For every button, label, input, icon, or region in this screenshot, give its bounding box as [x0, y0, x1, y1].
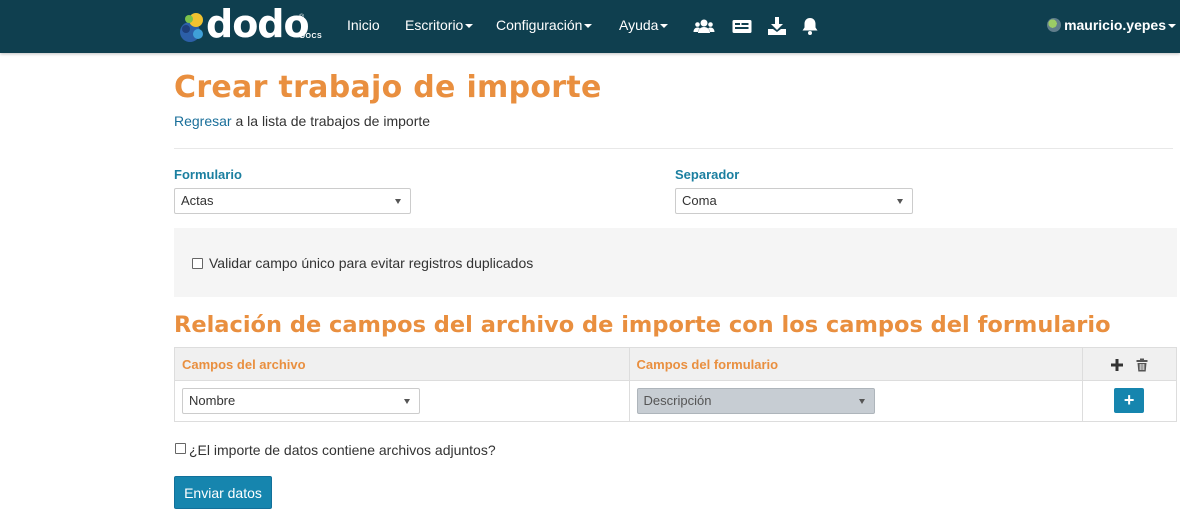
top-navbar: dodo ® DOCS Inicio Escritorio Configurac…: [0, 0, 1180, 53]
row-tools-cell: +: [1082, 380, 1177, 422]
field-mapping-table: Campos del archivo Campos del formulario…: [174, 347, 1177, 422]
separador-select-value: Coma: [682, 193, 717, 208]
users-icon[interactable]: [693, 15, 715, 37]
logo-text: dodo: [206, 2, 310, 46]
page-title: Crear trabajo de importe: [174, 70, 602, 105]
user-name: mauricio.yepes: [1064, 17, 1166, 33]
id-card-icon[interactable]: [731, 15, 753, 37]
formulario-select-value: Actas: [181, 193, 214, 208]
download-icon[interactable]: [766, 15, 788, 37]
file-field-cell: Nombre: [174, 380, 630, 422]
col-header-file-fields: Campos del archivo: [174, 347, 630, 381]
dropdown-arrow-icon: [897, 199, 903, 204]
chevron-down-icon: [465, 24, 474, 29]
back-link[interactable]: Regresar: [174, 113, 232, 129]
dropdown-arrow-icon: [858, 399, 865, 404]
chevron-down-icon: [660, 24, 669, 29]
form-field-select-value: Descripción: [643, 393, 712, 408]
logo-docs-text: DOCS: [300, 33, 323, 40]
formulario-select[interactable]: Actas: [174, 188, 411, 214]
chevron-down-icon: [1168, 24, 1176, 29]
file-field-select[interactable]: Nombre: [182, 388, 420, 414]
separador-label: Separador: [675, 167, 740, 182]
separador-select[interactable]: Coma: [675, 188, 913, 214]
col-header-tools: [1082, 347, 1177, 381]
validation-panel: Validar campo único para evitar registro…: [174, 228, 1177, 297]
formulario-label: Formulario: [174, 167, 242, 182]
plus-icon[interactable]: [1110, 358, 1124, 372]
nav-ayuda[interactable]: Ayuda: [619, 17, 669, 33]
submit-button[interactable]: Enviar datos: [174, 476, 272, 509]
attachments-label: ¿El importe de datos contiene archivos a…: [189, 442, 496, 458]
user-menu[interactable]: mauricio.yepes: [1047, 17, 1176, 33]
back-line: Regresar a la lista de trabajos de impor…: [174, 113, 430, 129]
add-mapping-button[interactable]: +: [1114, 388, 1145, 413]
divider: [174, 148, 1173, 149]
nav-configuracion[interactable]: Configuración: [496, 17, 593, 33]
nav-escritorio[interactable]: Escritorio: [405, 17, 474, 33]
col-header-form-fields: Campos del formulario: [628, 347, 1084, 381]
validate-unique-label: Validar campo único para evitar registro…: [209, 255, 534, 271]
avatar: [1047, 18, 1062, 32]
chevron-down-icon: [584, 24, 593, 29]
form-field-cell: Descripción: [628, 380, 1084, 422]
back-line-text: a la lista de trabajos de importe: [231, 113, 431, 129]
nav-inicio[interactable]: Inicio: [347, 17, 380, 33]
file-field-select-value: Nombre: [189, 393, 236, 408]
trash-icon[interactable]: [1135, 358, 1149, 372]
dodo-logo[interactable]: dodo ® DOCS: [176, 2, 326, 46]
dropdown-arrow-icon: [404, 399, 410, 404]
mapping-title: Relación de campos del archivo de import…: [174, 312, 1111, 338]
nav-escritorio-label: Escritorio: [405, 17, 464, 33]
form-field-select[interactable]: Descripción: [636, 388, 875, 414]
bell-icon[interactable]: [799, 15, 821, 37]
attachments-checkbox[interactable]: [175, 443, 186, 454]
nav-inicio-label: Inicio: [347, 17, 380, 33]
nav-ayuda-label: Ayuda: [619, 17, 659, 33]
logo-registered-mark: ®: [299, 14, 305, 21]
plus-icon: +: [1123, 390, 1135, 410]
nav-configuracion-label: Configuración: [496, 17, 583, 33]
table-row: Nombre Descripción +: [174, 380, 1177, 422]
dropdown-arrow-icon: [395, 199, 401, 204]
validate-unique-checkbox[interactable]: [192, 258, 203, 269]
